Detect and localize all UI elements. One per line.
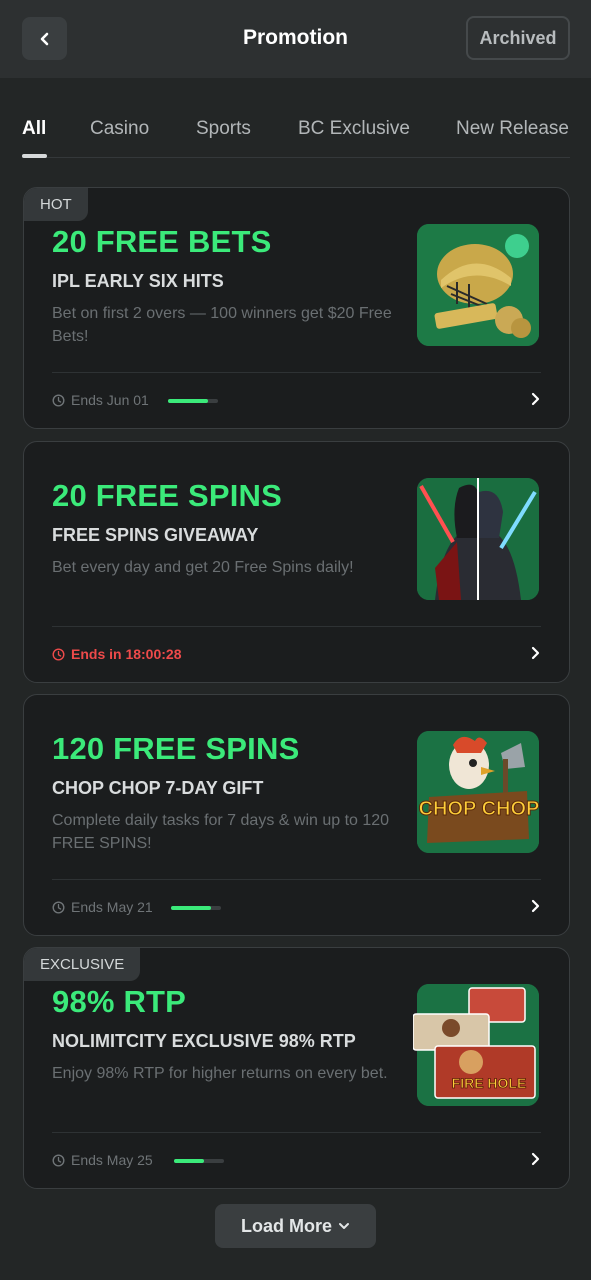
active-tab-indicator	[22, 154, 47, 158]
promotion-card[interactable]: 20 FREE SPINS FREE SPINS GIVEAWAY Bet ev…	[23, 441, 570, 683]
top-bar: Promotion Archived	[0, 0, 591, 78]
countdown-timer: Ends in 18:00:28	[52, 646, 182, 662]
promotion-description: Enjoy 98% RTP for higher returns on ever…	[52, 1065, 388, 1082]
tab-sports[interactable]: Sports	[196, 118, 251, 140]
promotion-headline: 20 FREE SPINS	[52, 478, 283, 513]
load-more-label: Load More	[240, 1215, 332, 1236]
end-date-text: Ends May 21	[71, 899, 153, 915]
lightsaber-warriors-image	[417, 478, 539, 600]
chop-chop-image: CHOP CHOP	[417, 731, 539, 853]
clock-icon	[52, 647, 65, 661]
tab-bc-exclusive[interactable]: BC Exclusive	[298, 118, 410, 140]
promotion-card[interactable]: 120 FREE SPINS CHOP CHOP 7-DAY GIFT Comp…	[23, 694, 570, 936]
chevron-down-icon	[339, 1223, 349, 1229]
promotion-description: Bet every day and get 20 Free Spins dail…	[52, 559, 354, 576]
load-more-button[interactable]: Load More	[215, 1204, 376, 1248]
cricket-helmet-image	[417, 224, 539, 346]
promotion-subtitle: NOLIMITCITY EXCLUSIVE 98% RTP	[52, 1031, 356, 1051]
tab-new-release[interactable]: New Release	[456, 118, 569, 140]
promotion-subtitle: IPL EARLY SIX HITS	[52, 271, 224, 291]
countdown-text: Ends in 18:00:28	[71, 646, 182, 662]
end-date: Ends May 25	[52, 1152, 153, 1168]
promotion-description: Bet on first 2 overs — 100 winners get $…	[52, 305, 392, 345]
progress-fill	[174, 1159, 204, 1163]
promotion-subtitle: CHOP CHOP 7-DAY GIFT	[52, 778, 264, 798]
end-date: Ends Jun 01	[52, 392, 149, 408]
hot-badge: HOT	[24, 188, 88, 221]
promotion-headline: 120 FREE SPINS	[52, 731, 300, 766]
progress-bar	[174, 1159, 224, 1163]
chevron-right-icon[interactable]	[529, 644, 543, 662]
progress-fill	[168, 399, 208, 403]
tab-casino[interactable]: Casino	[90, 118, 149, 140]
card-divider	[52, 1132, 541, 1133]
chevron-right-icon[interactable]	[529, 390, 543, 408]
chevron-right-icon[interactable]	[529, 1150, 543, 1168]
clock-icon	[52, 900, 65, 914]
exclusive-badge: EXCLUSIVE	[24, 948, 141, 981]
progress-bar	[168, 399, 218, 403]
promotion-description: Complete daily tasks for 7 days & win up…	[52, 812, 390, 852]
fire-hole-logo: FIRE HOLE	[452, 1075, 527, 1091]
end-date-text: Ends Jun 01	[71, 392, 149, 408]
promotion-headline: 98% RTP	[52, 984, 187, 1019]
end-date-text: Ends May 25	[71, 1152, 153, 1168]
card-divider	[52, 372, 541, 373]
clock-icon	[52, 1153, 65, 1167]
promotion-card[interactable]: HOT 20 FREE BETS IPL EARLY SIX HITS Bet …	[23, 187, 570, 429]
chop-chop-logo: CHOP CHOP	[419, 798, 539, 820]
archived-button[interactable]: Archived	[466, 16, 570, 60]
end-date: Ends May 21	[52, 899, 153, 915]
tabs-divider	[22, 157, 570, 158]
chevron-right-icon[interactable]	[529, 897, 543, 915]
promotion-subtitle: FREE SPINS GIVEAWAY	[52, 525, 259, 545]
nolimitcity-games-image: FIRE HOLE	[413, 984, 539, 1106]
card-divider	[52, 879, 541, 880]
promotion-headline: 20 FREE BETS	[52, 224, 272, 259]
progress-bar	[171, 906, 221, 910]
card-divider	[52, 626, 541, 627]
clock-icon	[52, 393, 65, 407]
promotion-card[interactable]: EXCLUSIVE 98% RTP NOLIMITCITY EXCLUSIVE …	[23, 947, 570, 1189]
tab-all[interactable]: All	[22, 118, 46, 140]
progress-fill	[171, 906, 211, 910]
